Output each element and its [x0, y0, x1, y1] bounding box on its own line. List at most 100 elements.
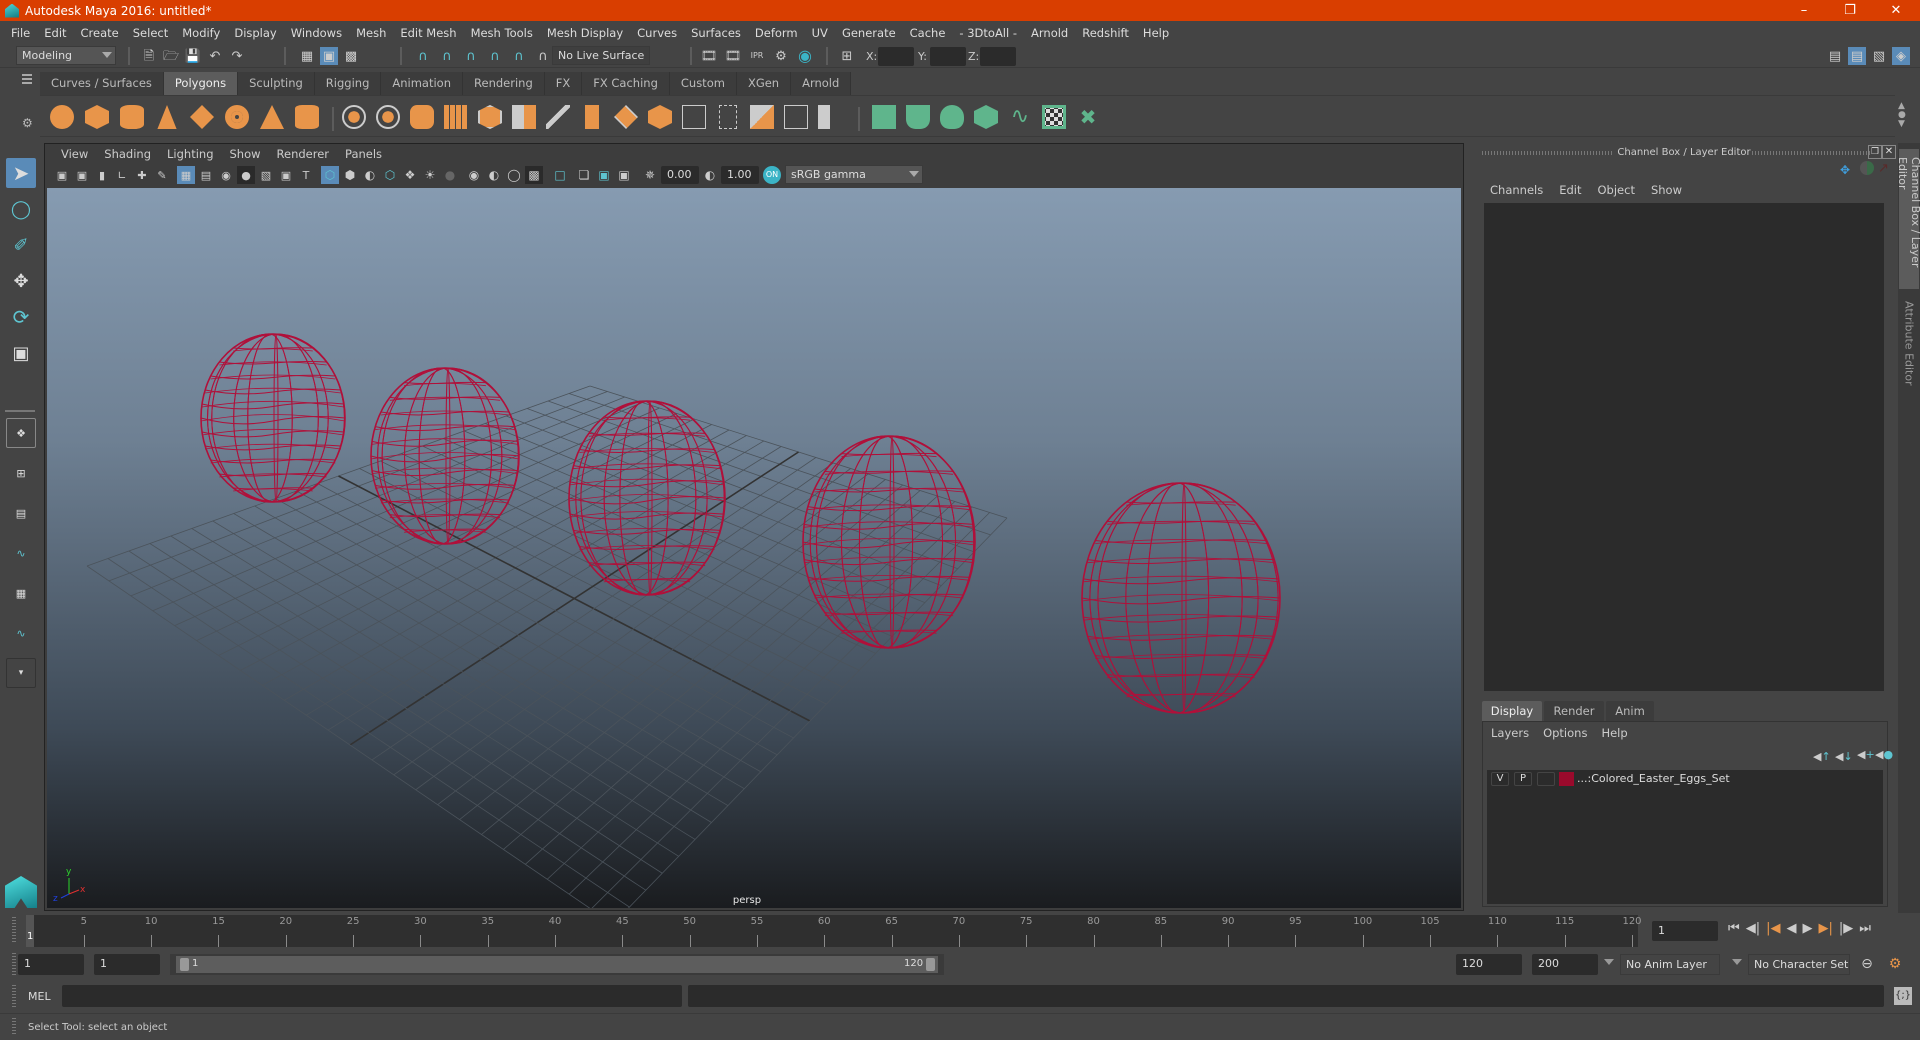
shelf-settings-icon[interactable]: ⚙	[22, 116, 33, 130]
snap-view-plane-icon[interactable]: ∩	[486, 47, 504, 65]
easter-egg-wireframe[interactable]	[1081, 482, 1281, 714]
isolate-select-icon[interactable]: □	[551, 166, 569, 184]
planar-map-icon[interactable]	[872, 105, 896, 129]
mode-menu[interactable]: Modeling	[16, 46, 116, 65]
wireframe-icon[interactable]: ⬡	[321, 166, 339, 184]
menu-display[interactable]: Display	[227, 26, 283, 40]
open-scene-icon[interactable]: 🗁	[162, 47, 180, 65]
outliner-persp-layout[interactable]: ▤	[6, 498, 36, 528]
easter-egg-wireframe[interactable]	[802, 435, 976, 649]
egg-set[interactable]	[200, 333, 1281, 714]
edit-menu[interactable]: Edit	[1551, 183, 1589, 197]
range-slider-bar-fill[interactable]	[176, 956, 938, 973]
character-set-menu-icon[interactable]	[1732, 959, 1742, 965]
snap-grid-icon[interactable]: ∩	[414, 47, 432, 65]
menu-help[interactable]: Help	[1136, 26, 1176, 40]
wireframe-on-shaded-icon[interactable]: ⬡	[381, 166, 399, 184]
minimize-button[interactable]: –	[1784, 0, 1824, 21]
playback-start-field[interactable]: 1	[94, 954, 160, 975]
2d-pan-zoom-icon[interactable]: ✚	[133, 166, 151, 184]
layer-display-type-toggle[interactable]	[1537, 772, 1555, 786]
menu-create[interactable]: Create	[74, 26, 126, 40]
camera-icon[interactable]: ▣	[53, 166, 71, 184]
smooth-shade-icon[interactable]: ⬢	[341, 166, 359, 184]
step-forward-key-icon[interactable]: ▶|	[1818, 921, 1832, 936]
new-empty-layer-icon[interactable]: ◀+	[1857, 748, 1875, 761]
object-menu[interactable]: Object	[1590, 183, 1643, 197]
motion-blur-icon[interactable]: ◐	[485, 166, 503, 184]
lasso-tool[interactable]: ◯	[6, 194, 36, 224]
layer-tab-anim[interactable]: Anim	[1606, 701, 1654, 721]
mirror-icon[interactable]	[410, 105, 434, 129]
poly-cube-icon[interactable]	[85, 105, 109, 129]
shelf-tab-rigging[interactable]: Rigging	[314, 72, 382, 95]
poly-cone-icon[interactable]	[157, 105, 177, 129]
multi-cut-icon[interactable]	[682, 105, 706, 129]
menu-mesh-tools[interactable]: Mesh Tools	[464, 26, 540, 40]
script-editor-icon[interactable]: {;}	[1894, 987, 1912, 1005]
insert-edge-loop-icon[interactable]	[750, 105, 774, 129]
layer-tab-display[interactable]: Display	[1482, 701, 1542, 721]
shelf-tab-fx[interactable]: FX	[544, 72, 583, 95]
drag-handle[interactable]	[12, 953, 16, 975]
make-live-icon[interactable]: ∩	[534, 47, 552, 65]
bookmark-icon[interactable]: ▮	[93, 166, 111, 184]
xray-active-icon[interactable]: ▣	[595, 166, 613, 184]
gamma-icon[interactable]: ◐	[701, 166, 719, 184]
anim-layer-dropdown[interactable]: No Anim Layer	[1620, 954, 1720, 975]
shelf-tab-animation[interactable]: Animation	[381, 72, 464, 95]
lighting-icon[interactable]: ☀	[421, 166, 439, 184]
current-frame-field[interactable]: 1	[1652, 921, 1718, 941]
extrude-icon[interactable]	[585, 105, 599, 129]
redo-icon[interactable]: ↷	[228, 47, 246, 65]
drag-handle[interactable]	[12, 917, 16, 943]
unfold-icon[interactable]: ∿	[1008, 105, 1032, 129]
paint-select-tool[interactable]: ✐	[6, 230, 36, 260]
menu-windows[interactable]: Windows	[284, 26, 349, 40]
end-time-field[interactable]: 200	[1532, 954, 1598, 975]
menu-redshift[interactable]: Redshift	[1075, 26, 1136, 40]
y-field[interactable]	[930, 47, 966, 66]
field-chart-icon[interactable]: ▧	[257, 166, 275, 184]
shelf-menu-icon[interactable]	[22, 78, 32, 80]
target-weld-icon[interactable]	[719, 105, 737, 129]
render-view-icon[interactable]: 🎞	[700, 47, 718, 65]
scene-canvas[interactable]: y x z persp	[47, 188, 1461, 908]
bridge-icon[interactable]	[614, 105, 638, 129]
shelf-tab-xgen[interactable]: XGen	[736, 72, 792, 95]
gamma-field[interactable]: 1.00	[721, 166, 759, 184]
snap-surface-icon[interactable]: ∩	[510, 47, 528, 65]
bevel-icon[interactable]	[546, 105, 570, 129]
film-gate-icon[interactable]: ▤	[197, 166, 215, 184]
play-forwards-icon[interactable]: ▶	[1802, 921, 1812, 936]
render-current-frame-icon[interactable]: 🎞	[724, 47, 742, 65]
panel-menu-view[interactable]: View	[53, 147, 96, 161]
manipulator-icon[interactable]: ✥	[1840, 163, 1850, 177]
exposure-field[interactable]: 0.00	[661, 166, 699, 184]
shelf-tab-sculpting[interactable]: Sculpting	[238, 72, 315, 95]
shadows-icon[interactable]: ●	[441, 166, 459, 184]
single-perspective-layout[interactable]: ❖	[6, 418, 36, 448]
cylindrical-map-icon[interactable]	[906, 105, 930, 129]
go-to-start-icon[interactable]: ⏮	[1728, 921, 1740, 936]
separate-icon[interactable]	[376, 105, 400, 129]
spherical-map-icon[interactable]	[940, 105, 964, 129]
channels-menu[interactable]: Channels	[1482, 183, 1551, 197]
step-back-key-icon[interactable]: |◀	[1766, 921, 1780, 936]
persp-graph-layout[interactable]: ∿	[6, 538, 36, 568]
command-input[interactable]	[62, 985, 682, 1007]
poly-sphere-icon[interactable]	[50, 105, 74, 129]
attribute-editor-toggle-icon[interactable]: ◈	[1892, 47, 1910, 65]
hypershade-icon[interactable]: ◉	[796, 47, 814, 65]
hypershade-persp-layout[interactable]: ▦	[6, 578, 36, 608]
select-tool[interactable]: ➤	[6, 158, 36, 188]
3d-viewport[interactable]: y x z persp	[47, 188, 1461, 908]
menu-mesh-display[interactable]: Mesh Display	[540, 26, 630, 40]
range-slider-track[interactable]: 1 120	[170, 954, 944, 975]
four-view-layout[interactable]: ⊞	[6, 458, 36, 488]
menu-surfaces[interactable]: Surfaces	[684, 26, 748, 40]
character-set-dropdown[interactable]: No Character Set	[1748, 954, 1850, 975]
shelf-scroll[interactable]: ▲ ● ▼	[1898, 102, 1906, 129]
new-layer-selected-icon[interactable]: ◀●	[1875, 748, 1893, 761]
poly-cylinder-icon[interactable]	[120, 105, 144, 129]
